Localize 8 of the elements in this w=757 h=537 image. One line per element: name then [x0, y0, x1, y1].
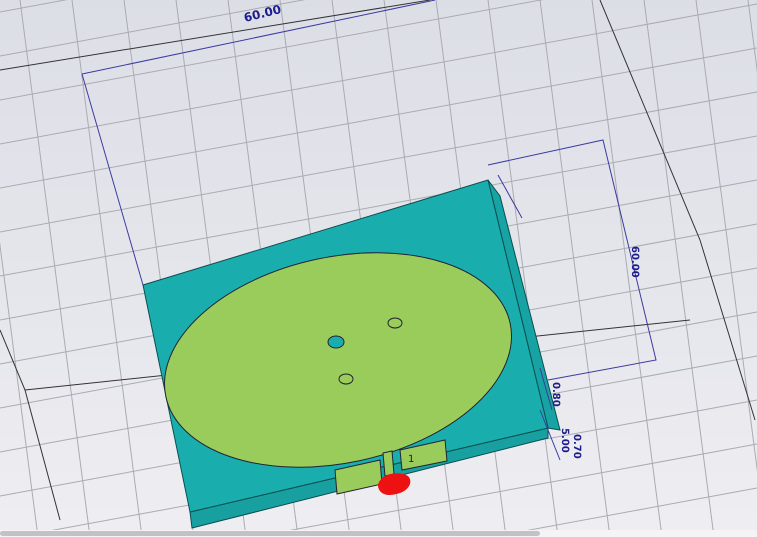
- port-label: 1: [408, 454, 414, 465]
- dimension-label: 60.00: [629, 246, 640, 278]
- dimension-label: 60.00: [242, 2, 283, 25]
- dimension-label: 0.80: [550, 382, 561, 407]
- scrollbar-thumb[interactable]: [0, 531, 540, 536]
- port-marker-icon: [378, 473, 410, 495]
- dimension-label: 5.00: [559, 428, 570, 453]
- dimension-label: 0.70: [571, 434, 582, 459]
